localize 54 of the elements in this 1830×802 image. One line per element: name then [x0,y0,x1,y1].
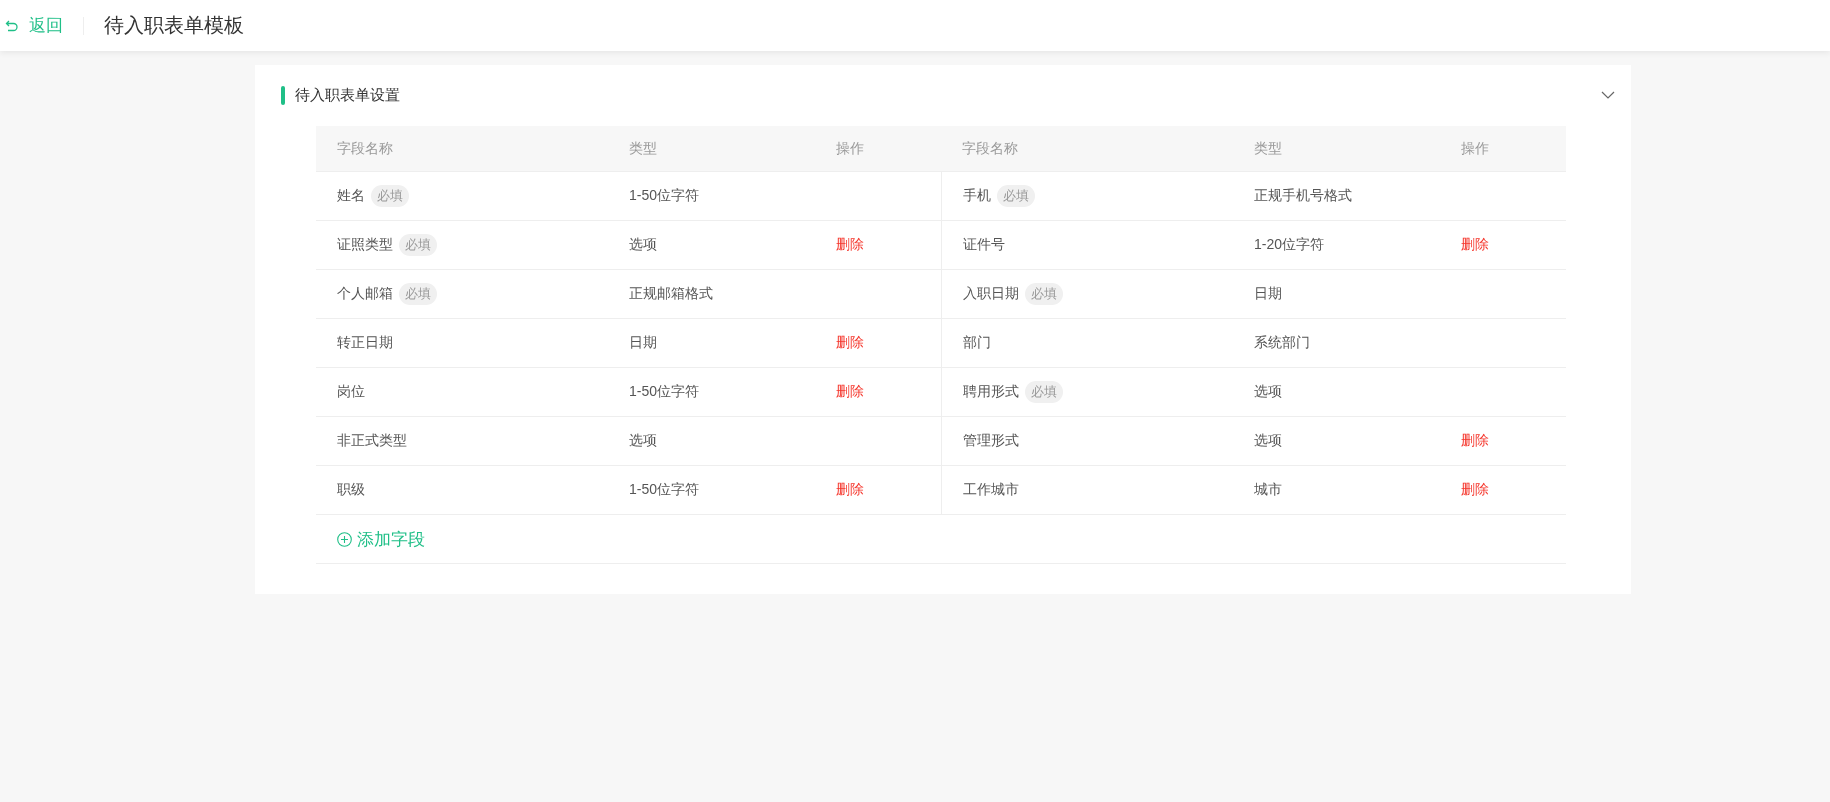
delete-link[interactable]: 删除 [1461,236,1489,254]
column-header: 字段名称 [962,139,1018,158]
required-tag: 必填 [997,185,1035,207]
undo-arrow-icon [5,18,19,33]
field-name: 手机 [963,187,991,205]
column-header: 类型 [1254,139,1282,158]
delete-link[interactable]: 删除 [836,481,864,499]
field-name: 部门 [963,334,991,352]
column-header: 操作 [1461,139,1489,158]
add-field-button[interactable]: 添加字段 [337,527,425,551]
delete-link[interactable]: 删除 [836,236,864,254]
field-name: 证件号 [963,236,1005,254]
column-header: 字段名称 [337,139,393,158]
delete-link[interactable]: 删除 [836,334,864,352]
delete-link[interactable]: 删除 [836,383,864,401]
required-tag: 必填 [399,234,437,256]
column-header: 类型 [629,139,657,158]
field-type: 选项 [629,236,657,254]
column-header: 操作 [836,139,864,158]
required-tag: 必填 [1025,381,1063,403]
required-tag: 必填 [1025,283,1063,305]
field-type: 选项 [1254,383,1282,401]
field-name: 岗位 [337,383,365,401]
field-type: 1-50位字符 [629,481,700,499]
back-button[interactable]: 返回 [5,14,63,37]
field-type: 选项 [629,432,657,450]
field-type: 1-20位字符 [1254,236,1325,254]
field-name: 证照类型 [337,236,393,254]
field-name: 入职日期 [963,285,1019,303]
field-name: 非正式类型 [337,432,407,450]
field-name: 工作城市 [963,481,1019,499]
field-type: 日期 [629,334,657,352]
field-type: 选项 [1254,432,1282,450]
field-type: 日期 [1254,285,1282,303]
field-name: 姓名 [337,187,365,205]
field-name: 个人邮箱 [337,285,393,303]
field-name: 转正日期 [337,334,393,352]
field-type: 正规邮箱格式 [629,285,713,303]
delete-link[interactable]: 删除 [1461,481,1489,499]
section-title: 待入职表单设置 [295,85,401,105]
field-type: 系统部门 [1254,334,1310,352]
field-name: 聘用形式 [963,383,1019,401]
field-type: 城市 [1254,481,1282,499]
field-type: 正规手机号格式 [1254,187,1352,205]
required-tag: 必填 [399,283,437,305]
field-type: 1-50位字符 [629,187,700,205]
accent-bar [281,85,285,105]
required-tag: 必填 [371,185,409,207]
field-name: 职级 [337,481,365,499]
plus-circle-icon [337,531,352,547]
page-title: 待入职表单模板 [104,13,244,38]
delete-link[interactable]: 删除 [1461,432,1489,450]
field-name: 管理形式 [963,432,1019,450]
field-type: 1-50位字符 [629,383,700,401]
